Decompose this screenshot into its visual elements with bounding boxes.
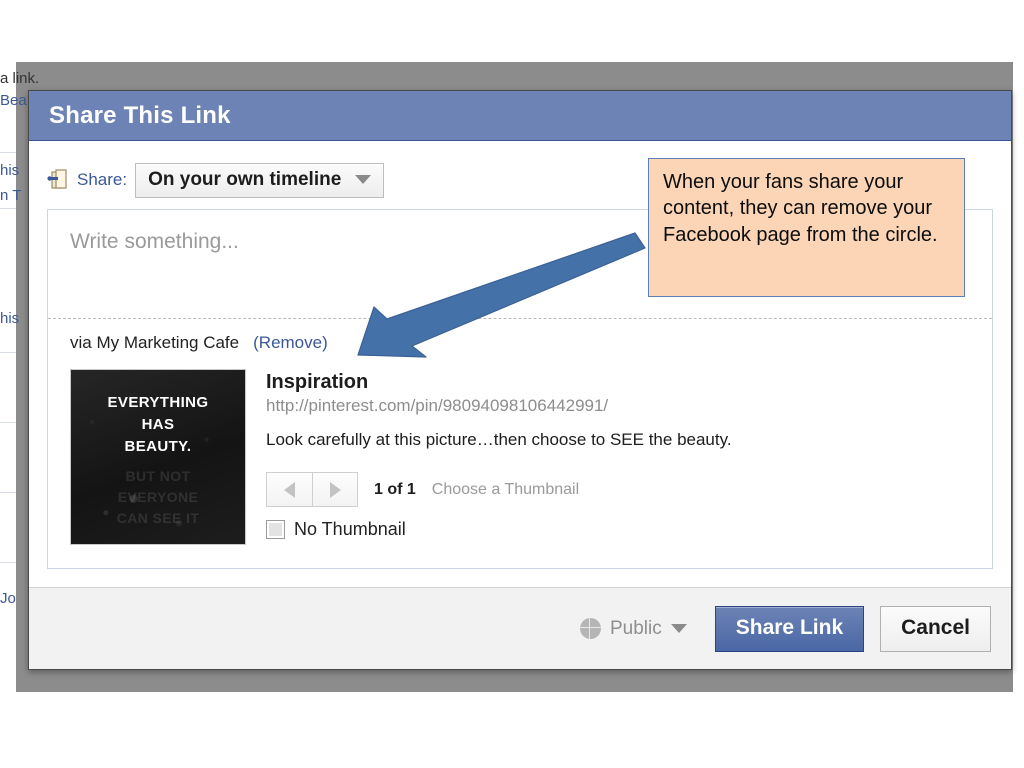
share-icon: [47, 169, 71, 191]
screenshot-root: a link. Bea his n T his Jo Share This Li…: [0, 0, 1024, 768]
background-text-fragment: his: [0, 310, 20, 327]
thumbnail-caption-line2: HAS: [141, 415, 175, 433]
share-label: Share:: [77, 170, 128, 189]
via-label: via My Marketing Cafe: [70, 333, 240, 352]
chevron-down-icon: [355, 175, 372, 184]
triangle-left-icon: [284, 481, 295, 498]
privacy-label: Public: [610, 617, 662, 639]
chevron-down-icon: [670, 624, 687, 633]
annotation-callout: When your fans share your content, they …: [648, 158, 965, 297]
thumbnail-caption-line3: BEAUTY.: [124, 437, 192, 455]
link-title: Inspiration: [266, 371, 369, 393]
no-thumbnail-checkbox[interactable]: [266, 520, 285, 539]
cancel-button[interactable]: Cancel: [880, 605, 991, 652]
background-text-fragment: his: [0, 162, 20, 179]
link-description: Look carefully at this picture…then choo…: [266, 430, 732, 449]
remove-attribution-link[interactable]: (Remove): [253, 333, 328, 353]
share-link-button[interactable]: Share Link: [714, 605, 865, 652]
thumbnail-faint-line2: EVERYONE: [117, 489, 199, 505]
thumbnail-caption: EVERYTHING HAS BEAUTY.: [71, 392, 245, 457]
audience-select[interactable]: On your own timeline: [135, 162, 385, 198]
thumbnail-faint-caption: BUT NOT EVERYONE CAN SEE IT: [71, 466, 245, 529]
thumbnail-count: 1 of 1: [374, 480, 416, 498]
link-preview: EVERYTHING HAS BEAUTY. BUT NOT EVERYONE …: [70, 369, 970, 545]
annotation-text: When your fans share your content, they …: [663, 171, 938, 246]
privacy-selector[interactable]: Public: [580, 618, 687, 640]
thumbnail-nav-buttons: [266, 472, 358, 507]
next-thumbnail-button[interactable]: [312, 473, 357, 506]
globe-icon: [580, 618, 601, 639]
no-thumbnail-row[interactable]: No Thumbnail: [266, 519, 970, 540]
thumbnail-faint-line1: BUT NOT: [125, 468, 191, 484]
link-attachment: via My Marketing Cafe (Remove) EVERYTHIN…: [48, 319, 992, 567]
dialog-header: Share This Link: [29, 91, 1011, 141]
attribution-row: via My Marketing Cafe (Remove): [70, 333, 970, 353]
thumbnail-nav: 1 of 1 Choose a Thumbnail: [266, 472, 970, 507]
audience-select-value: On your own timeline: [148, 168, 342, 190]
triangle-right-icon: [329, 481, 341, 498]
thumbnail-caption-line1: EVERYTHING: [107, 394, 209, 411]
dialog-footer: Public Share Link Cancel: [29, 587, 1011, 669]
no-thumbnail-label: No Thumbnail: [294, 519, 406, 539]
background-text-fragment: a link.: [0, 70, 40, 87]
link-url: http://pinterest.com/pin/980940981064429…: [266, 396, 609, 415]
link-thumbnail-image[interactable]: EVERYTHING HAS BEAUTY. BUT NOT EVERYONE …: [70, 369, 246, 545]
background-text-fragment: Bea: [0, 92, 27, 109]
choose-thumbnail-label: Choose a Thumbnail: [431, 480, 580, 498]
composer-placeholder: Write something...: [70, 230, 239, 253]
background-text-fragment: n T: [0, 187, 22, 204]
previous-thumbnail-button[interactable]: [267, 473, 312, 506]
background-text-fragment: Jo: [0, 590, 16, 607]
thumbnail-faint-line3: CAN SEE IT: [116, 510, 200, 526]
link-preview-details: Inspiration http://pinterest.com/pin/980…: [266, 369, 970, 545]
page-title: Share This Link: [49, 101, 231, 129]
